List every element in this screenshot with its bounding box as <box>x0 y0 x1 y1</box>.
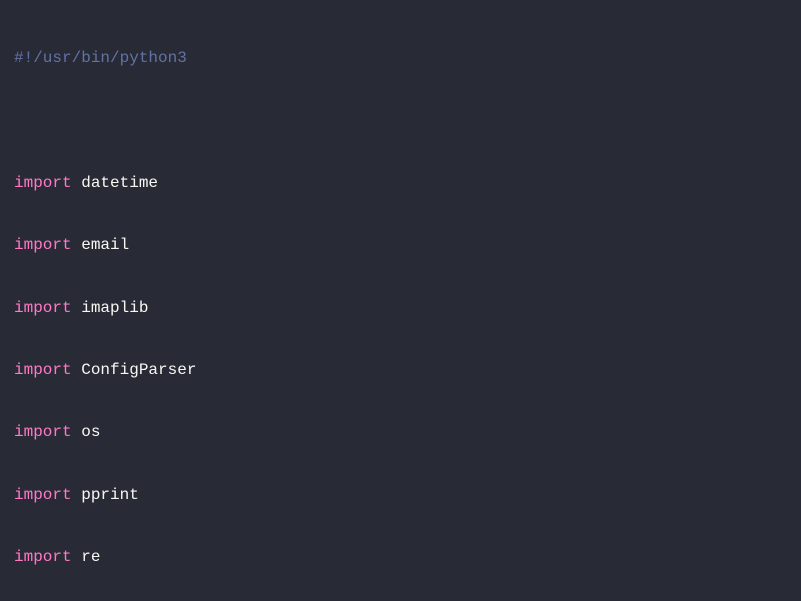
keyword-import: import <box>14 486 72 504</box>
code-line: import os <box>14 417 787 448</box>
code-line: import datetime <box>14 168 787 199</box>
keyword-import: import <box>14 361 72 379</box>
module-name: datetime <box>72 174 158 192</box>
keyword-import: import <box>14 423 72 441</box>
keyword-import: import <box>14 236 72 254</box>
code-line: import pprint <box>14 480 787 511</box>
code-line: import re <box>14 542 787 573</box>
blank-line <box>14 106 787 137</box>
code-line: import email <box>14 230 787 261</box>
module-name: ConfigParser <box>72 361 197 379</box>
keyword-import: import <box>14 548 72 566</box>
keyword-import: import <box>14 174 72 192</box>
module-name: pprint <box>72 486 139 504</box>
code-line: #!/usr/bin/python3 <box>14 43 787 74</box>
module-name: os <box>72 423 101 441</box>
module-name: email <box>72 236 130 254</box>
shebang-comment: #!/usr/bin/python3 <box>14 49 187 67</box>
module-name: imaplib <box>72 299 149 317</box>
code-editor: #!/usr/bin/python3 import datetime impor… <box>0 0 801 601</box>
code-line: import ConfigParser <box>14 355 787 386</box>
keyword-import: import <box>14 299 72 317</box>
module-name: re <box>72 548 101 566</box>
code-line: import imaplib <box>14 293 787 324</box>
